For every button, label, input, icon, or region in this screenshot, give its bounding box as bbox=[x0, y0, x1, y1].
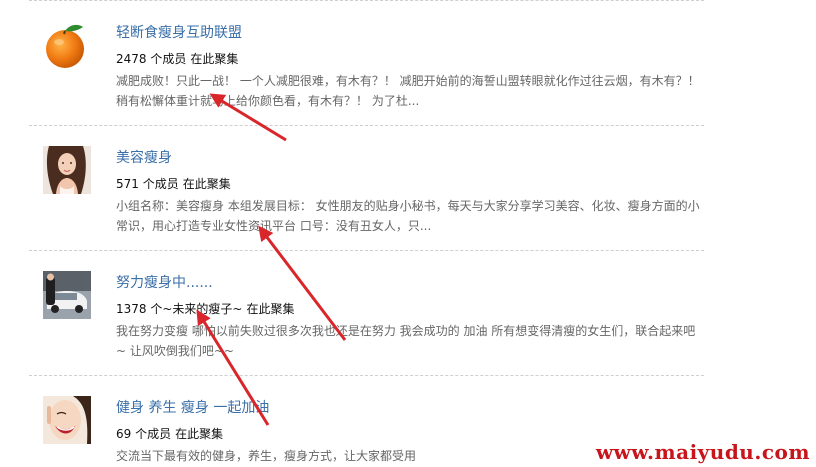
woman-portrait-avatar[interactable] bbox=[43, 146, 91, 194]
car-photo-avatar[interactable] bbox=[43, 271, 91, 319]
member-line: 69 个成员 在此聚集 bbox=[116, 425, 223, 442]
group-description: 减肥成败！只此一战！ 一个人减肥很难，有木有？！ 减肥开始前的海誓山盟转眼就化作… bbox=[116, 74, 700, 108]
member-count: 69 个成员 bbox=[116, 427, 172, 441]
group-description: 小组名称：美容瘦身 本组发展目标： 女性朋友的贴身小秘书，每天与大家分享学习美容… bbox=[116, 199, 700, 233]
group-name-link[interactable]: 轻断食瘦身互助联盟 bbox=[116, 22, 242, 42]
group-item: 美容瘦身 571 个成员 在此聚集 小组名称：美容瘦身 本组发展目标： 女性朋友的… bbox=[29, 126, 704, 251]
group-item: 轻断食瘦身互助联盟 2478 个成员 在此聚集 减肥成败！只此一战！ 一个人减肥很… bbox=[29, 0, 704, 126]
gathering-label: 在此聚集 bbox=[182, 177, 231, 191]
gathering-label: 在此聚集 bbox=[246, 302, 295, 316]
member-line: 2478 个成员 在此聚集 bbox=[116, 50, 238, 67]
member-line: 1378 个~未来的瘦子~ 在此聚集 bbox=[116, 300, 294, 317]
member-count: 2478 个成员 bbox=[116, 52, 187, 66]
member-count: 1378 个~未来的瘦子~ bbox=[116, 302, 243, 316]
group-description: 我在努力变瘦 哪怕以前失败过很多次我也还是在努力 我会成功的 加油 所有想变得清… bbox=[116, 324, 696, 358]
gathering-label: 在此聚集 bbox=[190, 52, 239, 66]
member-count: 571 个成员 bbox=[116, 177, 179, 191]
orange-avatar[interactable] bbox=[43, 22, 91, 70]
group-name-link[interactable]: 美容瘦身 bbox=[116, 147, 172, 167]
gathering-label: 在此聚集 bbox=[175, 427, 224, 441]
group-item: 努力瘦身中...... 1378 个~未来的瘦子~ 在此聚集 我在努力变瘦 哪怕以… bbox=[29, 251, 704, 376]
site-watermark: www.maiyudu.com bbox=[595, 440, 810, 464]
member-line: 571 个成员 在此聚集 bbox=[116, 175, 231, 192]
laughing-woman-avatar[interactable] bbox=[43, 396, 91, 444]
group-name-link[interactable]: 努力瘦身中...... bbox=[116, 272, 213, 292]
group-name-link[interactable]: 健身 养生 瘦身 一起加油 bbox=[116, 397, 269, 417]
